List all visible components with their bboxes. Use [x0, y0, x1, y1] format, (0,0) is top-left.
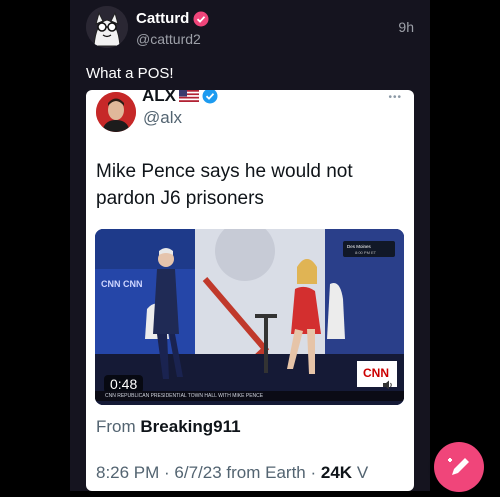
quote-author-name[interactable]: ALX — [142, 90, 176, 106]
left-border — [0, 0, 70, 491]
meta-time: 8:26 PM · 6/7/23 from Earth · — [96, 463, 317, 482]
right-border — [430, 0, 500, 491]
video-lower-third: CNN REPUBLICAN PRESIDENTIAL TOWN HALL WI… — [95, 391, 404, 401]
svg-text:CNN CNN: CNN CNN — [101, 279, 143, 289]
corner-text: Des Moines — [347, 244, 372, 249]
views-label: V — [356, 463, 369, 482]
video-source-row: From Breaking911 — [96, 417, 241, 437]
quote-text: Mike Pence says he would not pardon J6 p… — [96, 161, 353, 209]
compose-icon — [448, 458, 469, 475]
more-dots-icon[interactable]: ••• — [388, 92, 402, 103]
tweet-meta-row: 8:26 PM · 6/7/23 from Earth · 24K V — [96, 463, 368, 483]
verified-badge-icon — [202, 90, 218, 104]
author-handle[interactable]: @catturd2 — [136, 31, 201, 47]
author-name-row: Catturd — [136, 10, 209, 27]
quote-author-handle[interactable]: @alx — [143, 108, 182, 128]
us-flag-icon — [179, 90, 199, 102]
author-name[interactable]: Catturd — [136, 10, 189, 27]
sound-icon[interactable] — [382, 380, 394, 390]
from-source-link[interactable]: Breaking911 — [140, 417, 240, 436]
svg-text:8:00 PM ET: 8:00 PM ET — [355, 250, 377, 255]
views-count[interactable]: 24K — [321, 463, 352, 482]
tweet-text: What a POS! — [86, 65, 174, 82]
author-avatar[interactable] — [86, 6, 128, 48]
quote-author-avatar[interactable] — [96, 92, 136, 132]
quote-author-name-row: ALX — [142, 90, 218, 106]
tweet-screen: Catturd @catturd2 9h What a POS! ALX @al… — [70, 0, 484, 492]
network-logo-text: CNN — [363, 366, 389, 380]
quoted-tweet-card[interactable]: ALX @alx ••• Mike Pence says he would no… — [86, 90, 414, 491]
compose-button[interactable] — [434, 442, 484, 492]
video-player[interactable]: CNN CNN Des Moines 8:00 PM ET 0:48 CNN R… — [95, 229, 404, 405]
verified-badge-icon — [193, 11, 209, 26]
from-label: From — [96, 417, 136, 436]
tweet-time: 9h — [398, 19, 414, 35]
